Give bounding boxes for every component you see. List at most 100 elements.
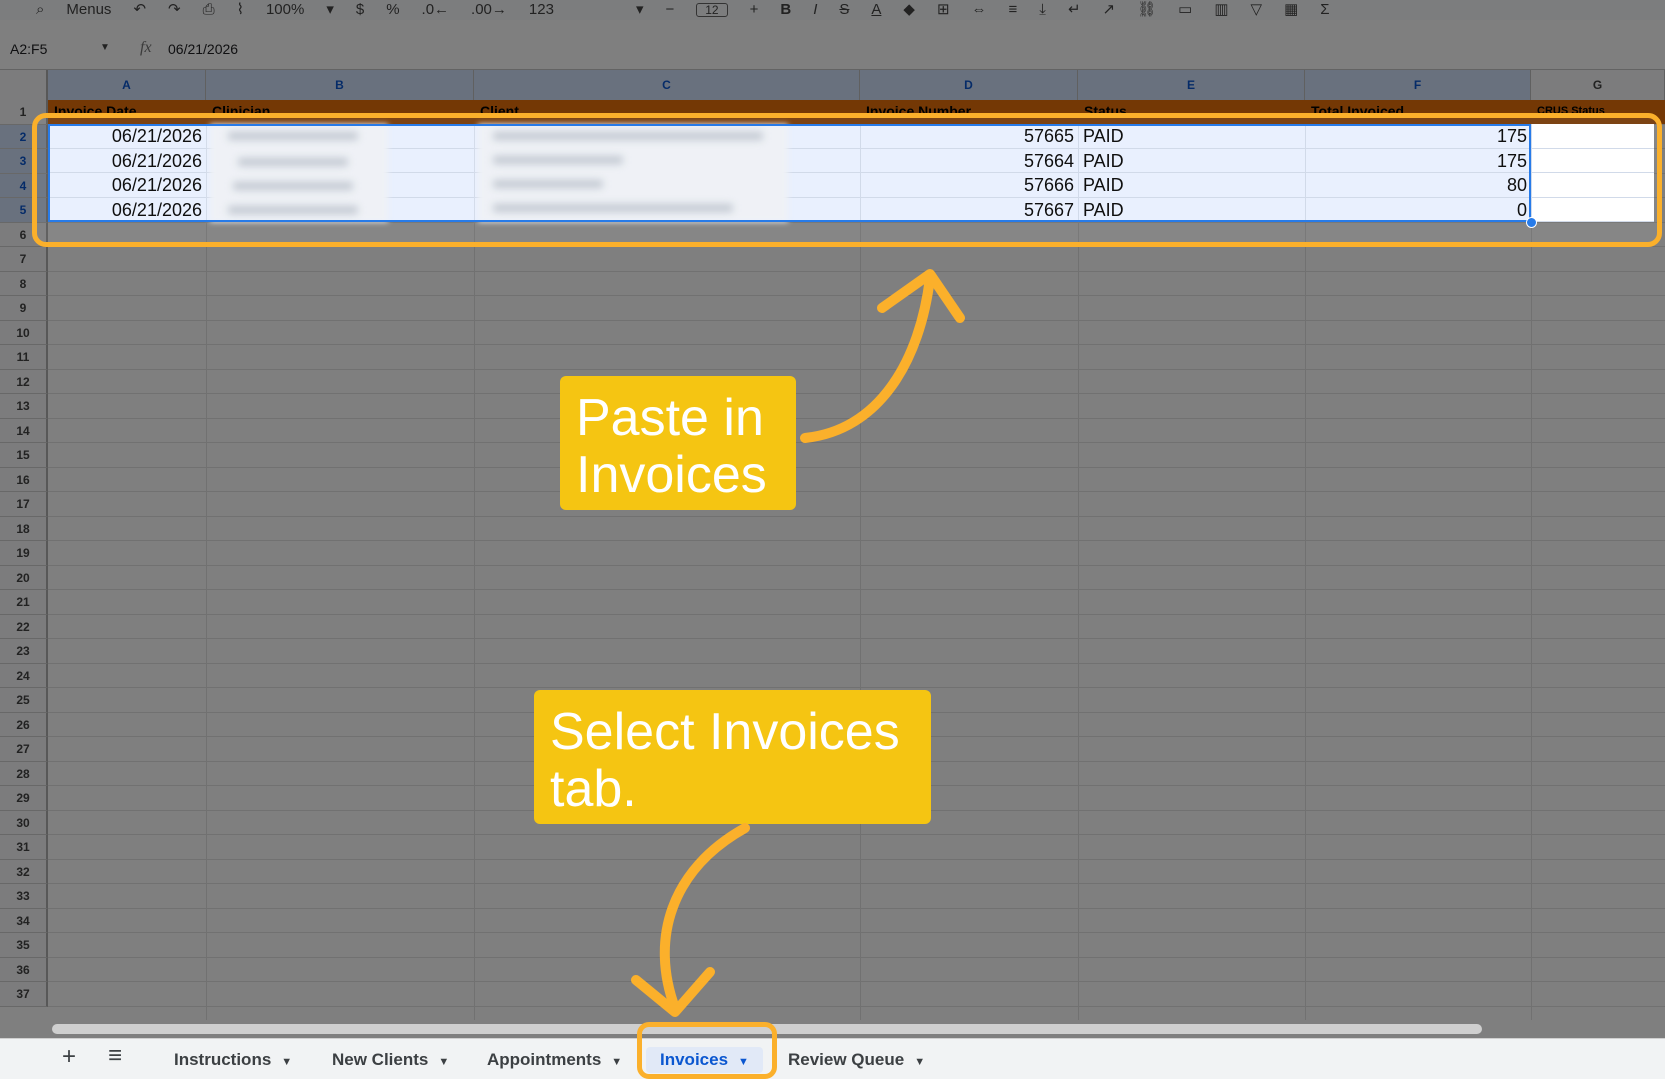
formula-input[interactable]: 06/21/2026 [168, 41, 238, 57]
filter-views-icon[interactable]: ▦ [1284, 2, 1298, 17]
row-header[interactable]: 15 [0, 443, 48, 468]
row-header[interactable]: 19 [0, 541, 48, 566]
row-header[interactable]: 14 [0, 418, 48, 443]
row-header[interactable]: 13 [0, 394, 48, 419]
undo-icon[interactable]: ↶ [133, 2, 146, 17]
row-header[interactable]: 35 [0, 933, 48, 958]
increase-font-size-icon[interactable]: + [750, 2, 759, 17]
row-header[interactable]: 10 [0, 320, 48, 345]
tab-new-clients[interactable]: New Clients ▼ [332, 1047, 449, 1073]
row-header[interactable]: 18 [0, 516, 48, 541]
select-tab-callout: Select Invoices tab. [534, 690, 931, 824]
column-header-d[interactable]: D [860, 70, 1078, 100]
font-select-chevron-icon[interactable]: ▾ [636, 2, 644, 17]
column-header-b[interactable]: B [206, 70, 474, 100]
row-header[interactable]: 11 [0, 345, 48, 370]
row-header[interactable]: 22 [0, 614, 48, 639]
row-header[interactable]: 28 [0, 761, 48, 786]
row-header[interactable]: 23 [0, 639, 48, 664]
row-header[interactable]: 34 [0, 908, 48, 933]
column-header-c[interactable]: C [474, 70, 860, 100]
row-header[interactable]: 9 [0, 296, 48, 321]
tab-review-queue[interactable]: Review Queue ▼ [788, 1047, 925, 1073]
text-wrap-icon[interactable]: ↵ [1068, 2, 1081, 17]
column-header-g[interactable]: G [1531, 70, 1665, 100]
row-header[interactable]: 30 [0, 810, 48, 835]
text-rotation-icon[interactable]: ↗ [1103, 2, 1116, 17]
add-sheet-button[interactable]: + [62, 1043, 76, 1071]
name-box[interactable]: A2:F5 [10, 41, 47, 57]
decrease-font-size-icon[interactable]: − [665, 2, 674, 17]
row-header[interactable]: 17 [0, 492, 48, 517]
insert-chart-icon[interactable]: ▥ [1214, 2, 1228, 17]
paint-format-icon[interactable]: ⌇ [237, 2, 244, 17]
gridline [48, 344, 1665, 345]
insert-comment-icon[interactable]: ▭ [1178, 2, 1192, 17]
align-left-icon[interactable]: ≡ [1009, 2, 1018, 17]
row-header[interactable]: 32 [0, 859, 48, 884]
redo-icon[interactable]: ↷ [168, 2, 181, 17]
tab-label: Review Queue [788, 1050, 905, 1069]
row-header[interactable]: 7 [0, 247, 48, 272]
strikethrough-icon[interactable]: S [839, 2, 849, 17]
column-header-e[interactable]: E [1078, 70, 1305, 100]
chevron-down-icon[interactable]: ▼ [611, 1056, 622, 1068]
row-header[interactable]: 12 [0, 369, 48, 394]
gridline [48, 319, 1665, 321]
row-header[interactable]: 16 [0, 467, 48, 492]
row-header[interactable]: 36 [0, 957, 48, 982]
zoom-select[interactable]: 100% [266, 2, 304, 17]
row-header[interactable]: 27 [0, 737, 48, 762]
chevron-down-icon[interactable]: ▼ [438, 1056, 449, 1068]
currency-icon[interactable]: $ [356, 2, 364, 17]
italic-button[interactable]: I [813, 2, 817, 17]
merge-cells-icon[interactable]: ⇔ [972, 2, 987, 17]
tab-instructions[interactable]: Instructions ▼ [174, 1047, 292, 1073]
text-color-button[interactable]: A [871, 2, 881, 17]
formula-bar: A2:F5 ▼ fx 06/21/2026 [0, 20, 1665, 70]
chevron-down-icon[interactable]: ▼ [914, 1056, 925, 1068]
row-header[interactable]: 29 [0, 786, 48, 811]
gridline [48, 662, 1665, 664]
vertical-align-icon[interactable]: ⤓ [1039, 2, 1046, 17]
bold-button[interactable]: B [780, 2, 791, 17]
decrease-decimal-icon[interactable]: .0← [422, 2, 450, 17]
tab-appointments[interactable]: Appointments ▼ [487, 1047, 622, 1073]
row-header[interactable]: 20 [0, 565, 48, 590]
row-header[interactable]: 8 [0, 271, 48, 296]
fill-color-icon[interactable]: ◆ [903, 2, 915, 17]
font-size-input[interactable]: 12 [696, 3, 728, 17]
row-header[interactable]: 37 [0, 982, 48, 1007]
chevron-down-icon[interactable]: ▾ [326, 2, 334, 17]
print-icon[interactable]: ⎙ [203, 2, 215, 17]
chevron-down-icon[interactable]: ▼ [281, 1056, 292, 1068]
chevron-down-icon[interactable]: ▼ [100, 42, 110, 53]
borders-icon[interactable]: ⊞ [937, 2, 950, 17]
row-header[interactable]: 24 [0, 663, 48, 688]
column-header-a[interactable]: A [48, 70, 206, 100]
insert-link-icon[interactable]: ⛓ [1137, 2, 1156, 17]
row-header[interactable]: 31 [0, 835, 48, 860]
search-menus-label[interactable]: Menus [66, 2, 111, 17]
gridline [48, 1005, 1665, 1007]
gridline [48, 589, 1665, 590]
gridline [48, 442, 1665, 443]
functions-button[interactable]: Σ [1320, 2, 1329, 17]
gridline [48, 368, 1665, 370]
row-header[interactable]: 26 [0, 712, 48, 737]
row-header[interactable]: 33 [0, 884, 48, 909]
gridline [48, 540, 1665, 541]
number-format-button[interactable]: 123 [529, 2, 554, 17]
row-header[interactable]: 25 [0, 688, 48, 713]
filter-icon[interactable]: ▽ [1251, 2, 1263, 17]
gridline [48, 295, 1665, 296]
percent-button[interactable]: % [386, 2, 399, 17]
column-header-f[interactable]: F [1305, 70, 1531, 100]
increase-decimal-icon[interactable]: .00→ [471, 2, 507, 17]
paste-highlight-box [32, 113, 1662, 247]
gridline [48, 907, 1665, 909]
search-icon[interactable]: ⌕ [36, 2, 44, 17]
select-all-corner[interactable] [0, 70, 48, 100]
row-header[interactable]: 21 [0, 590, 48, 615]
all-sheets-menu-icon[interactable]: ≡ [108, 1042, 122, 1070]
